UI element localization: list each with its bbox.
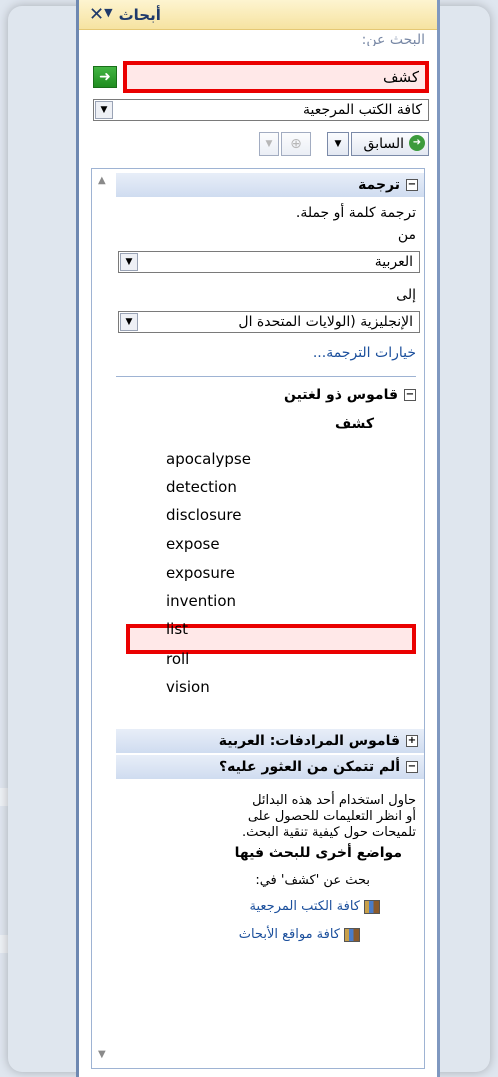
- back-button[interactable]: ➜ السابق: [351, 132, 429, 156]
- all-research-sites-link[interactable]: كافة مواقع الأبحاث: [239, 927, 360, 942]
- list-item[interactable]: apocalypse: [166, 450, 251, 468]
- pane-menu-icon[interactable]: ▼: [104, 6, 112, 24]
- translation-section-header[interactable]: −ترجمة: [116, 173, 424, 197]
- not-found-line: حاول استخدام أحد هذه البدائل: [252, 793, 416, 808]
- close-icon[interactable]: ✕: [89, 4, 104, 25]
- list-item[interactable]: list: [166, 620, 188, 638]
- all-reference-books-link[interactable]: كافة الكتب المرجعية: [249, 899, 380, 914]
- from-language-select[interactable]: العربية ▼: [118, 251, 420, 273]
- from-label: من: [397, 227, 416, 243]
- reference-select[interactable]: كافة الكتب المرجعية ▼: [93, 99, 429, 121]
- collapse-icon[interactable]: −: [404, 389, 416, 401]
- other-places-heading: مواضع أخرى للبحث فيها: [234, 845, 402, 861]
- dictionary-header[interactable]: −قاموس ذو لغتين: [284, 387, 416, 403]
- books-icon: [364, 899, 380, 914]
- back-history-button[interactable]: ▼: [327, 132, 349, 156]
- pane-title: أبحاث: [118, 5, 161, 24]
- results-panel[interactable]: ▲ ▼ −ترجمة ترجمة كلمة أو جملة. من العربي…: [91, 168, 425, 1069]
- pane-titlebar: أبحاث ▼ ✕: [79, 0, 437, 30]
- back-arrow-icon: ➜: [409, 135, 425, 151]
- list-item[interactable]: vision: [166, 678, 210, 696]
- arrow-left-icon: ➜: [99, 69, 111, 85]
- forward-button[interactable]: ⊕: [281, 132, 311, 156]
- not-found-header-label: ألم تتمكن من العثور عليه؟: [218, 759, 400, 775]
- dictionary-term: كشف: [334, 416, 374, 432]
- collapse-icon[interactable]: −: [406, 761, 418, 773]
- thesaurus-section-header[interactable]: + قاموس المرادفات: العربية: [116, 729, 424, 753]
- start-search-button[interactable]: ➜: [93, 66, 117, 88]
- chevron-down-icon[interactable]: ▼: [95, 101, 113, 119]
- list-item[interactable]: roll: [166, 650, 189, 668]
- scroll-up-icon[interactable]: ▲: [98, 175, 106, 186]
- scrollbar[interactable]: ▲ ▼: [92, 169, 116, 1068]
- chevron-down-icon[interactable]: ▼: [120, 253, 138, 271]
- not-found-section-header[interactable]: −ألم تتمكن من العثور عليه؟: [116, 755, 424, 779]
- to-label: إلى: [396, 287, 416, 303]
- search-row: ➜: [79, 58, 437, 93]
- reference-select-value: كافة الكتب المرجعية: [303, 102, 422, 118]
- not-found-line: تلميحات حول كيفية تنقية البحث.: [241, 825, 416, 840]
- list-item[interactable]: detection: [166, 478, 237, 496]
- list-item[interactable]: expose: [166, 535, 220, 553]
- dictionary-header-label: قاموس ذو لغتين: [283, 387, 398, 403]
- expand-icon[interactable]: +: [406, 735, 418, 747]
- translation-options-link[interactable]: خيارات الترجمة...: [313, 345, 416, 361]
- translation-description: ترجمة كلمة أو جملة.: [295, 205, 416, 221]
- list-item[interactable]: invention: [166, 592, 236, 610]
- list-item[interactable]: disclosure: [166, 506, 241, 524]
- search-for-label: بحث عن 'كشف' في:: [255, 873, 370, 888]
- list-item[interactable]: exposure: [166, 564, 235, 582]
- research-pane: أبحاث ▼ ✕ البحث عن: ➜ كافة الكتب المرجعي…: [76, 0, 440, 1077]
- from-language-value: العربية: [374, 254, 413, 270]
- all-reference-books-label: كافة الكتب المرجعية: [249, 899, 361, 914]
- forward-arrow-icon: ⊕: [290, 136, 302, 152]
- collapse-icon[interactable]: −: [406, 179, 418, 191]
- to-language-value: الإنجليزية (الولايات المتحدة ال: [238, 314, 413, 330]
- scroll-down-icon[interactable]: ▼: [98, 1049, 106, 1060]
- search-label: البحث عن:: [361, 32, 425, 46]
- nav-toolbar: ➜ السابق ▼ ⊕ ▼: [79, 132, 437, 160]
- forward-history-button[interactable]: ▼: [259, 132, 279, 156]
- divider: [116, 376, 416, 377]
- books-icon: [344, 927, 360, 942]
- search-input[interactable]: [123, 61, 429, 93]
- not-found-line: أو انظر التعليمات للحصول على: [247, 809, 416, 824]
- thesaurus-header-label: قاموس المرادفات: العربية: [218, 733, 400, 749]
- all-research-sites-label: كافة مواقع الأبحاث: [238, 927, 340, 942]
- chevron-down-icon[interactable]: ▼: [120, 313, 138, 331]
- pane-title-group[interactable]: أبحاث ▼: [104, 6, 161, 24]
- to-language-select[interactable]: الإنجليزية (الولايات المتحدة ال ▼: [118, 311, 420, 333]
- translation-header-label: ترجمة: [358, 177, 400, 193]
- back-label: السابق: [363, 136, 404, 152]
